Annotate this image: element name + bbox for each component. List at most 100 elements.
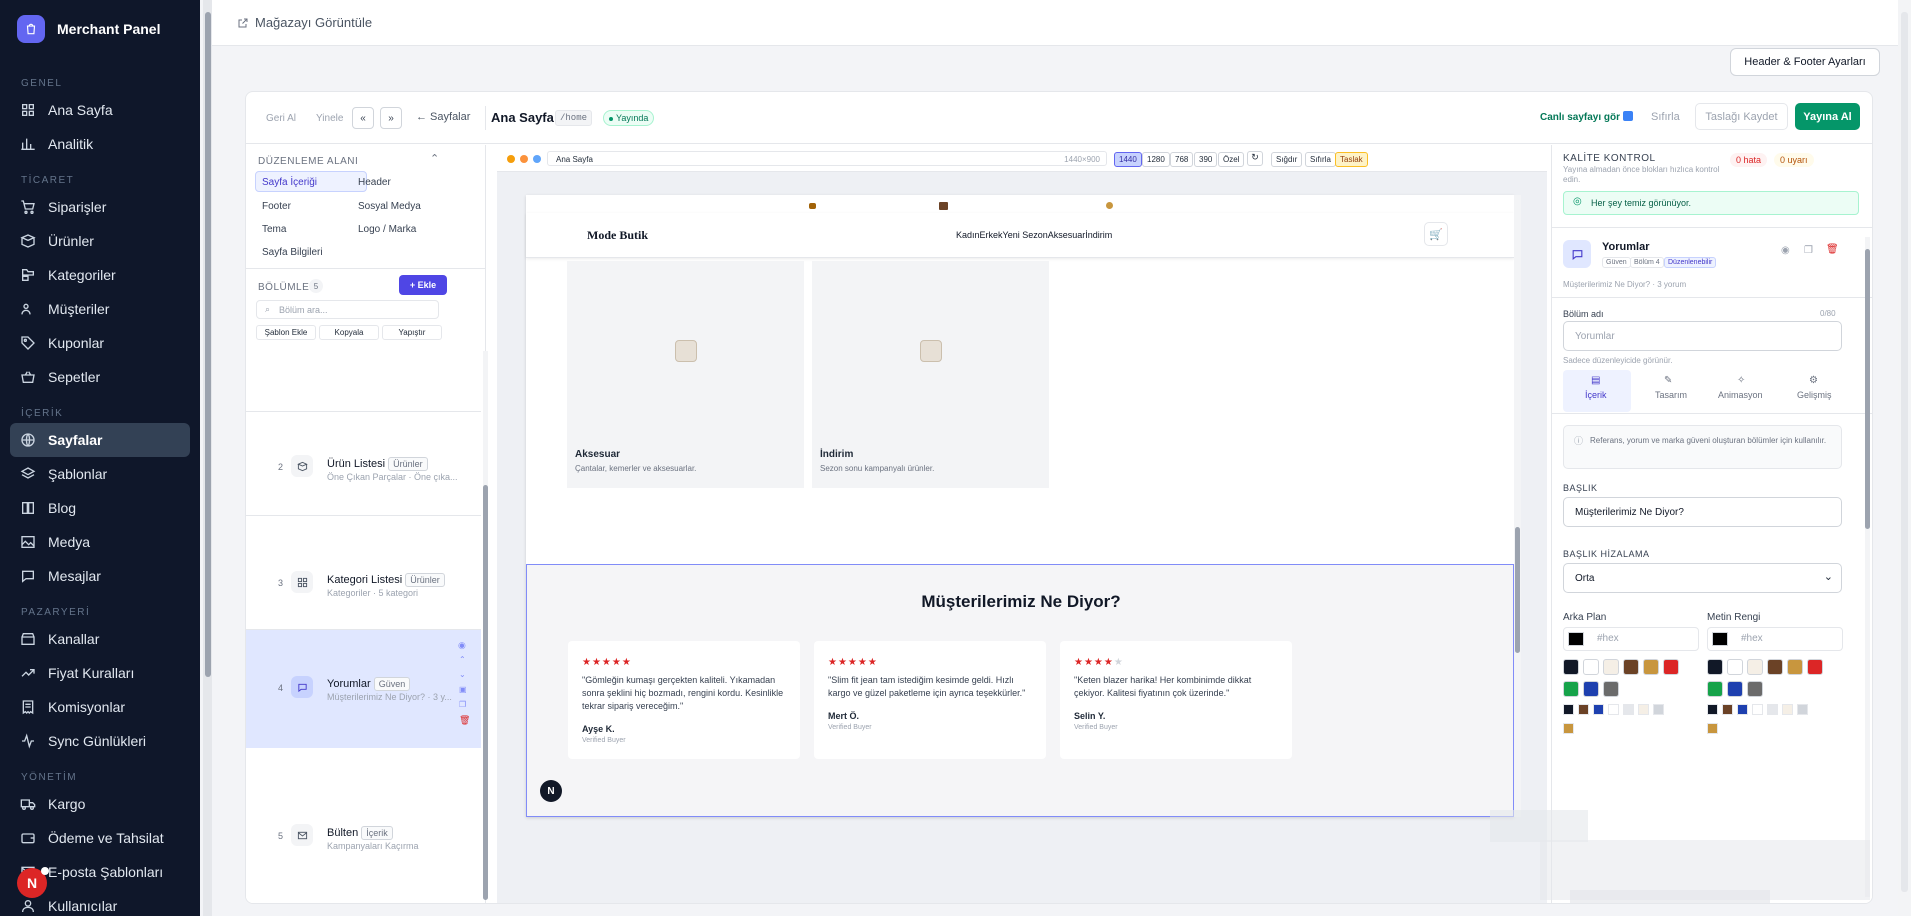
- sidebar-item-medya[interactable]: Medya: [10, 525, 190, 559]
- paste-button[interactable]: Yapıştır: [382, 325, 442, 340]
- sidebar-scrollbar-thumb[interactable]: [205, 12, 211, 677]
- undo-button[interactable]: Geri Al: [266, 113, 296, 124]
- sidebar-item-sayfalar[interactable]: Sayfalar: [10, 423, 190, 457]
- zoom-reset-button[interactable]: Sıfırla: [1305, 152, 1336, 167]
- viewport-custom-button[interactable]: Özel: [1218, 152, 1245, 167]
- color-swatch[interactable]: [1583, 681, 1599, 697]
- trash-icon[interactable]: 🗑: [459, 715, 470, 726]
- text-color-hex-input[interactable]: #hex: [1707, 627, 1843, 651]
- edit-item-page-info[interactable]: Sayfa Bilgileri: [262, 247, 323, 258]
- save-draft-button[interactable]: Taslağı Kaydet: [1695, 103, 1788, 130]
- background-hex-input[interactable]: #hex: [1563, 627, 1699, 651]
- color-swatch[interactable]: [1603, 659, 1619, 675]
- duplicate-icon[interactable]: ❐: [459, 700, 466, 709]
- view-store-link[interactable]: Mağazayı Görüntüle: [237, 15, 372, 30]
- sidebar-item-müşteriler[interactable]: Müşteriler: [10, 292, 190, 326]
- color-swatch[interactable]: [1727, 681, 1743, 697]
- color-swatch[interactable]: [1663, 659, 1679, 675]
- color-swatch[interactable]: [1643, 659, 1659, 675]
- publish-button[interactable]: Yayına Al: [1795, 103, 1860, 130]
- site-nav[interactable]: KadınErkekYeni SezonAksesuarİndirim: [956, 230, 1112, 240]
- color-swatch[interactable]: [1623, 704, 1634, 715]
- color-swatch[interactable]: [1752, 704, 1763, 715]
- add-section-button[interactable]: + Ekle: [399, 275, 447, 295]
- color-swatch[interactable]: [1563, 659, 1579, 675]
- sidebar-item-siparişler[interactable]: Siparişler: [10, 190, 190, 224]
- sidebar-item-ana-sayfa[interactable]: Ana Sayfa: [10, 93, 190, 127]
- tab-animation[interactable]: Animasyon: [1718, 390, 1763, 400]
- color-swatch[interactable]: [1782, 704, 1793, 715]
- color-swatch[interactable]: [1583, 659, 1599, 675]
- sidebar-item-sync-günlükleri[interactable]: Sync Günlükleri: [10, 724, 190, 758]
- sidebar-item-ödeme-ve-tahsilat[interactable]: Ödeme ve Tahsilat: [10, 821, 190, 855]
- collapse-left-button[interactable]: «: [352, 107, 374, 129]
- edit-item-page-content[interactable]: Sayfa İçeriği: [262, 177, 317, 188]
- eye-icon[interactable]: ◉: [1781, 245, 1790, 256]
- sidebar-item-kargo[interactable]: Kargo: [10, 787, 190, 821]
- section-row-reviews-selected[interactable]: 4 Yorumlar Güven Müşterilerimiz Ne Diyor…: [246, 630, 481, 748]
- viewport-1280-button[interactable]: 1280: [1142, 152, 1170, 167]
- header-footer-settings-button[interactable]: Header & Footer Ayarları: [1730, 48, 1880, 76]
- cart-icon[interactable]: 🛒: [1424, 222, 1448, 246]
- color-swatch[interactable]: [1787, 659, 1803, 675]
- color-swatch[interactable]: [1707, 723, 1718, 734]
- add-template-button[interactable]: Şablon Ekle: [256, 325, 316, 340]
- heading-input[interactable]: Müşterilerimiz Ne Diyor?: [1563, 497, 1842, 527]
- copy-button[interactable]: Kopyala: [319, 325, 379, 340]
- viewport-1440-button[interactable]: 1440: [1114, 152, 1142, 167]
- category-card-accessory[interactable]: Aksesuar Çantalar, kemerler ve aksesuarl…: [567, 261, 804, 488]
- color-swatch[interactable]: [1747, 659, 1763, 675]
- site-logo[interactable]: Mode Butik: [587, 228, 648, 243]
- reset-button[interactable]: Sıfırla: [1651, 111, 1680, 123]
- inspector-scrollbar-thumb[interactable]: [1865, 249, 1870, 529]
- collapse-right-button[interactable]: »: [380, 107, 402, 129]
- save-icon[interactable]: ▣: [459, 685, 467, 694]
- page-scrollbar-thumb[interactable]: [1901, 12, 1908, 892]
- brand[interactable]: Merchant Panel: [0, 0, 200, 58]
- color-swatch[interactable]: [1727, 659, 1743, 675]
- color-swatch[interactable]: [1638, 704, 1649, 715]
- sidebar-item-sepetler[interactable]: Sepetler: [10, 360, 190, 394]
- edit-item-header[interactable]: Header: [358, 177, 391, 188]
- reviews-section-selected[interactable]: Müşterilerimiz Ne Diyor? ★★★★★ "Gömleğin…: [526, 564, 1514, 817]
- sidebar-item-komisyonlar[interactable]: Komisyonlar: [10, 690, 190, 724]
- sidebar-item-kategoriler[interactable]: Kategoriler: [10, 258, 190, 292]
- viewport-768-button[interactable]: 768: [1170, 152, 1194, 167]
- sidebar-item-ürünler[interactable]: Ürünler: [10, 224, 190, 258]
- color-swatch[interactable]: [1747, 681, 1763, 697]
- color-swatch[interactable]: [1807, 659, 1823, 675]
- refresh-icon[interactable]: ↻: [1247, 151, 1263, 166]
- move-down-icon[interactable]: ⌄: [459, 670, 466, 679]
- sidebar-item-kanallar[interactable]: Kanallar: [10, 622, 190, 656]
- color-swatch[interactable]: [1578, 704, 1589, 715]
- live-page-link[interactable]: Canlı sayfayı gör: [1540, 111, 1633, 123]
- tab-advanced[interactable]: Gelişmiş: [1797, 390, 1832, 400]
- category-card-discount[interactable]: İndirim Sezon sonu kampanyalı ürünler.: [812, 261, 1049, 488]
- eye-icon[interactable]: ◉: [458, 640, 466, 651]
- edit-item-footer[interactable]: Footer: [262, 201, 291, 212]
- sidebar-item-mesajlar[interactable]: Mesajlar: [10, 559, 190, 593]
- section-row-newsletter[interactable]: 5 Bülten İçerik Kampanyaları Kaçırma: [246, 824, 481, 884]
- color-swatch[interactable]: [1767, 659, 1783, 675]
- heading-align-select[interactable]: Orta ⌄: [1563, 563, 1842, 593]
- color-swatch[interactable]: [1797, 704, 1808, 715]
- color-swatch[interactable]: [1767, 704, 1778, 715]
- color-swatch[interactable]: [1707, 704, 1718, 715]
- color-swatch[interactable]: [1563, 681, 1579, 697]
- edit-item-logo[interactable]: Logo / Marka: [358, 224, 416, 235]
- trash-icon[interactable]: 🗑: [1826, 244, 1839, 255]
- color-swatch[interactable]: [1737, 704, 1748, 715]
- color-swatch[interactable]: [1563, 723, 1574, 734]
- redo-button[interactable]: Yinele: [316, 113, 343, 124]
- chevron-up-icon[interactable]: ⌃: [430, 152, 439, 165]
- color-swatch[interactable]: [1707, 681, 1723, 697]
- move-up-icon[interactable]: ⌃: [459, 655, 466, 664]
- edit-item-theme[interactable]: Tema: [262, 224, 286, 235]
- sidebar-item-fiyat-kuralları[interactable]: Fiyat Kuralları: [10, 656, 190, 690]
- tab-content[interactable]: İçerik: [1585, 390, 1607, 400]
- fit-button[interactable]: Sığdır: [1271, 152, 1303, 167]
- preview-scrollbar-thumb[interactable]: [1515, 527, 1520, 653]
- preview-scrollbar[interactable]: [1514, 195, 1521, 817]
- color-swatch[interactable]: [1707, 659, 1723, 675]
- tab-design[interactable]: Tasarım: [1655, 390, 1687, 400]
